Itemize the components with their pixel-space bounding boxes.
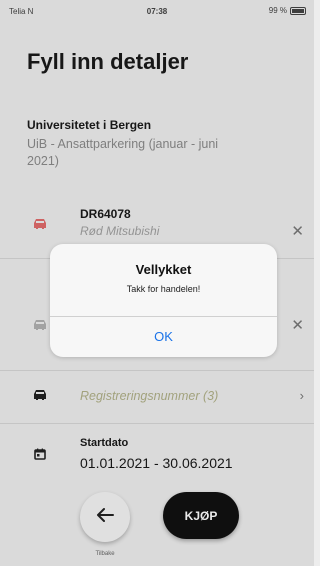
alert-title: Vellykket [135,262,192,277]
alert-message: Takk for handelen! [126,284,201,294]
success-alert: Vellykket Takk for handelen! OK [50,244,277,357]
ok-button[interactable]: OK [50,317,277,357]
